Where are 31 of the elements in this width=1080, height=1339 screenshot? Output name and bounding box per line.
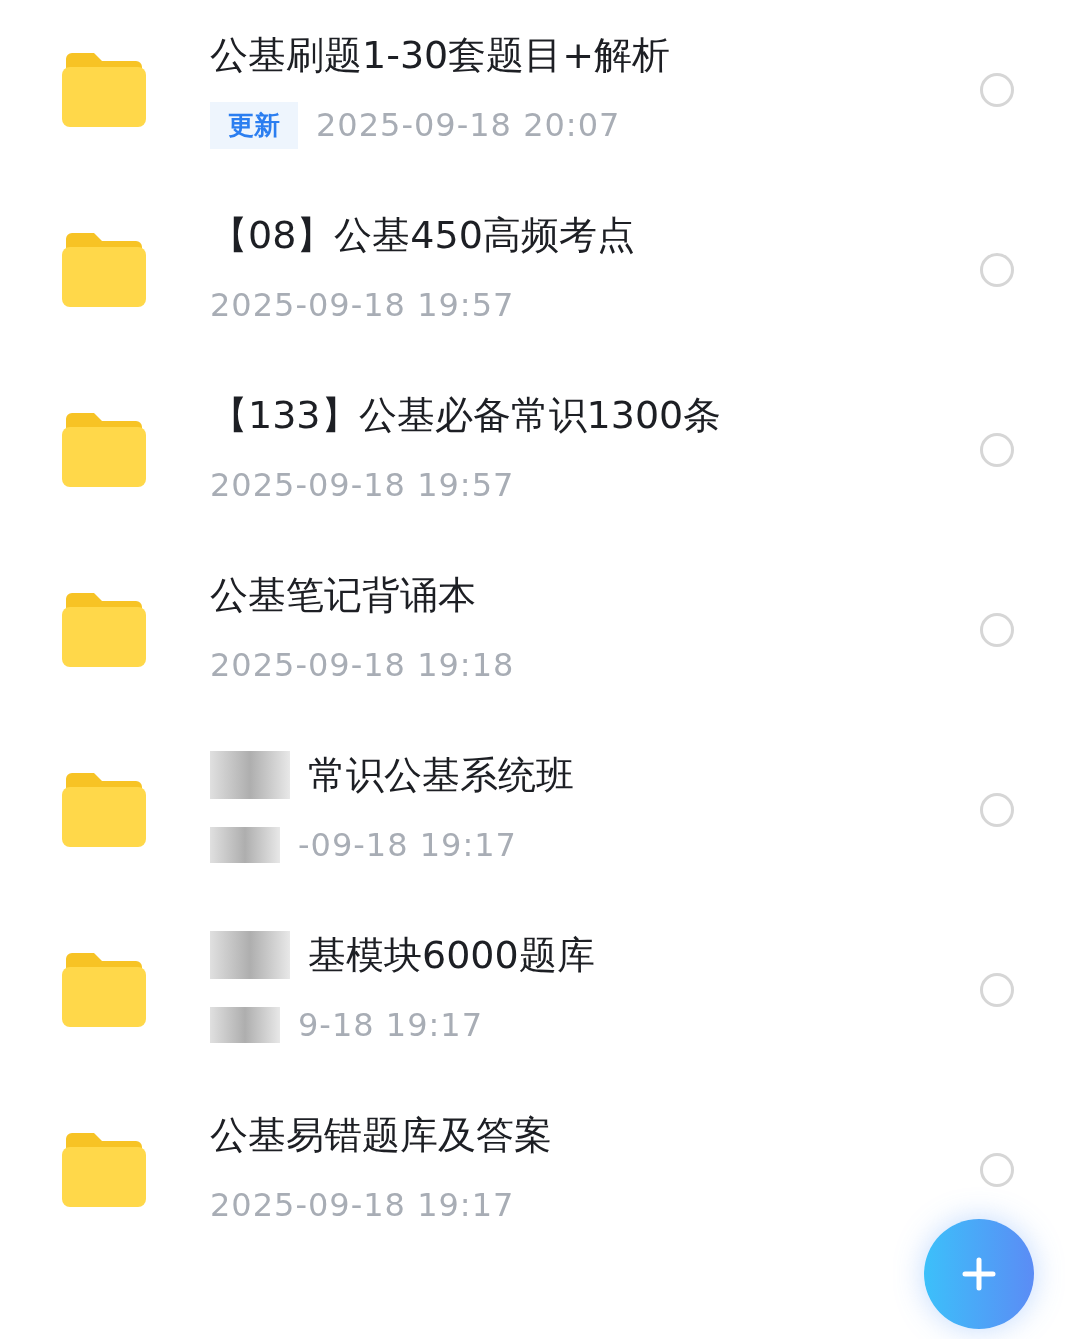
- folder-name: 【08】公基450高频考点: [210, 211, 635, 259]
- select-circle[interactable]: [980, 973, 1014, 1007]
- modified-date: 2025-09-18 20:07: [316, 106, 621, 144]
- folder-name: 公基易错题库及答案: [210, 1111, 552, 1159]
- select-circle[interactable]: [980, 253, 1014, 287]
- folder-name: 基模块6000题库: [308, 931, 595, 979]
- blur-patch: [210, 1007, 280, 1043]
- modified-date: 2025-09-18 19:18: [210, 646, 515, 684]
- folder-icon: [62, 953, 146, 1027]
- update-tag: 更新: [210, 101, 298, 149]
- modified-date: -09-18 19:17: [298, 826, 517, 864]
- blur-patch: [210, 827, 280, 863]
- folder-name: 公基刷题1-30套题目+解析: [210, 31, 671, 79]
- modified-date: 2025-09-18 19:57: [210, 466, 515, 504]
- select-circle[interactable]: [980, 793, 1014, 827]
- select-circle[interactable]: [980, 73, 1014, 107]
- select-circle[interactable]: [980, 433, 1014, 467]
- modified-date: 2025-09-18 19:57: [210, 286, 515, 324]
- folder-icon: [62, 593, 146, 667]
- folder-icon: [62, 53, 146, 127]
- folder-name: 公基笔记背诵本: [210, 571, 476, 619]
- modified-date: 9-18 19:17: [298, 1006, 483, 1044]
- select-circle[interactable]: [980, 613, 1014, 647]
- folder-name: 常识公基系统班: [308, 751, 574, 799]
- folder-icon: [62, 773, 146, 847]
- folder-icon: [62, 413, 146, 487]
- folder-icon: [62, 233, 146, 307]
- modified-date: 2025-09-18 19:17: [210, 1186, 515, 1224]
- folder-name: 【133】公基必备常识1300条: [210, 391, 722, 439]
- select-circle[interactable]: [980, 1153, 1014, 1187]
- folder-icon: [62, 1133, 146, 1207]
